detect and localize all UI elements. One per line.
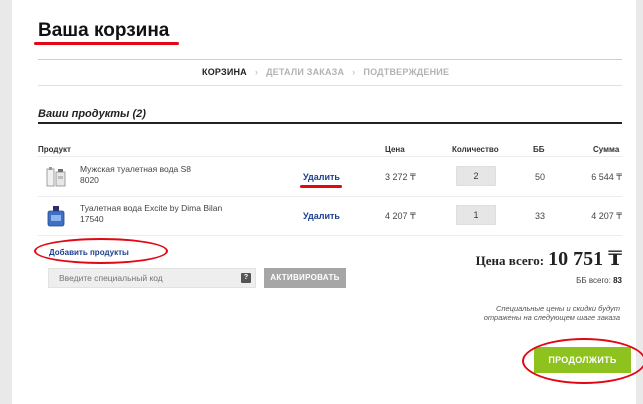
column-header-quantity: Количество xyxy=(452,145,499,154)
product-code: 17540 xyxy=(80,214,104,224)
step-order-details: ДЕТАЛИ ЗАКАЗА xyxy=(266,67,345,77)
table-row: Мужская туалетная вода S8 8020 Удалить 3… xyxy=(38,158,622,196)
product-sum: 4 207 ₸ xyxy=(591,211,622,221)
product-price: 4 207 ₸ xyxy=(385,211,416,221)
divider xyxy=(38,59,622,60)
divider xyxy=(38,122,622,124)
column-header-price: Цена xyxy=(385,145,405,154)
perfume-bottle-icon xyxy=(44,165,68,189)
activate-button[interactable]: АКТИВИРОВАТЬ xyxy=(264,268,346,288)
bb-total-value: 83 xyxy=(613,276,622,285)
quantity-field[interactable] xyxy=(456,166,496,186)
column-header-product: Продукт xyxy=(38,145,71,154)
bb-total-label: ББ всего: xyxy=(576,276,611,285)
help-icon[interactable]: ? xyxy=(241,273,251,283)
order-total: Цена всего: 10 751 ₸ xyxy=(476,246,622,271)
table-row: Туалетная вода Excite by Dima Bilan 1754… xyxy=(38,197,622,235)
column-header-sum: Сумма xyxy=(593,145,620,154)
step-confirmation: ПОДТВЕРЖДЕНИЕ xyxy=(363,67,450,77)
divider xyxy=(38,235,622,236)
checkout-steps: КОРЗИНА › ДЕТАЛИ ЗАКАЗА › ПОДТВЕРЖДЕНИЕ xyxy=(202,67,449,77)
delete-button[interactable]: Удалить xyxy=(303,172,340,182)
chevron-right-icon: › xyxy=(254,67,259,77)
total-label: Цена всего: xyxy=(475,253,545,268)
step-cart[interactable]: КОРЗИНА xyxy=(202,67,247,77)
promo-code-input[interactable] xyxy=(48,268,256,288)
divider xyxy=(38,156,622,157)
product-name: Туалетная вода Excite by Dima Bilan xyxy=(80,203,223,213)
product-code: 8020 xyxy=(80,175,99,185)
perfume-bottle-icon xyxy=(44,204,68,228)
chevron-right-icon: › xyxy=(352,67,356,77)
total-value: 10 751 ₸ xyxy=(548,248,622,270)
bb-total: ББ всего: 83 xyxy=(576,276,622,285)
title-annotation-underline xyxy=(34,42,179,45)
discount-note: Специальные цены и скидки будут отражены… xyxy=(483,304,620,322)
cart-page: Ваша корзина КОРЗИНА › ДЕТАЛИ ЗАКАЗА › П… xyxy=(12,0,643,404)
delete-annotation-underline xyxy=(300,185,342,188)
continue-annotation-ellipse xyxy=(522,338,643,384)
product-price: 3 272 ₸ xyxy=(385,172,416,182)
product-bb: 50 xyxy=(535,172,546,182)
divider xyxy=(38,85,622,86)
section-title: Ваши продукты (2) xyxy=(38,108,146,120)
add-products-annotation-ellipse xyxy=(34,238,168,264)
column-header-bb: ББ xyxy=(533,145,545,154)
product-bb: 33 xyxy=(535,211,546,221)
product-name: Мужская туалетная вода S8 xyxy=(80,164,192,174)
product-sum: 6 544 ₸ xyxy=(591,172,622,182)
quantity-field[interactable] xyxy=(456,205,496,225)
page-title: Ваша корзина xyxy=(38,20,170,41)
delete-button[interactable]: Удалить xyxy=(303,211,340,221)
